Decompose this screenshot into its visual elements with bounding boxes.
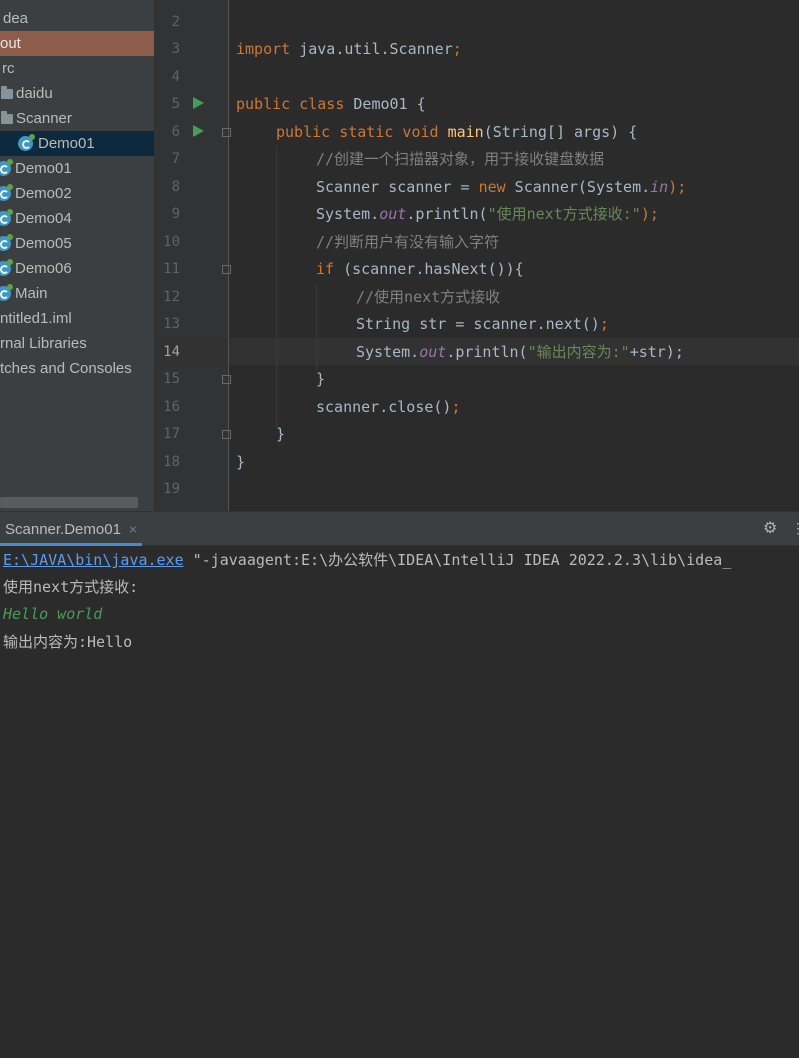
indent-guide xyxy=(276,146,277,426)
tree-item-label: tches and Consoles xyxy=(0,360,132,377)
tree-item-out[interactable]: out xyxy=(0,31,154,56)
tree-item-external-libraries[interactable]: rnal Libraries xyxy=(0,331,154,356)
code-line-9: System.out.println("使用next方式接收:"); xyxy=(316,205,659,223)
line-number: 17 xyxy=(163,426,180,442)
line-number: 7 xyxy=(171,151,180,167)
java-class-icon xyxy=(0,234,13,251)
code-line-14: System.out.println("输出内容为:"+str); xyxy=(356,343,684,361)
code-line-16: scanner.close(); xyxy=(316,398,461,416)
tree-item-label: rc xyxy=(2,60,15,77)
line-number: 13 xyxy=(163,316,180,332)
line-number: 2 xyxy=(171,14,180,30)
tree-item-scanner-demo01[interactable]: Demo01 xyxy=(0,131,154,156)
tree-item-label: Demo01 xyxy=(38,135,95,152)
tree-item-scanner[interactable]: Scanner xyxy=(0,106,154,131)
tree-item-demo02[interactable]: Demo02 xyxy=(0,181,154,206)
code-line-18: } xyxy=(236,453,246,471)
line-number: 12 xyxy=(163,289,180,305)
java-class-icon xyxy=(0,159,13,176)
line-number: 4 xyxy=(171,69,180,85)
indent-guide xyxy=(316,284,317,370)
tree-item-label: Main xyxy=(15,285,48,302)
more-icon[interactable]: ⋮ xyxy=(791,520,799,537)
tree-item-label: Demo05 xyxy=(15,235,72,252)
line-number: 3 xyxy=(171,41,180,57)
console-prompt: 使用next方式接收: xyxy=(3,578,139,596)
java-class-icon xyxy=(0,209,13,226)
tree-item-main[interactable]: Main xyxy=(0,281,154,306)
code-line-15: } xyxy=(316,370,326,388)
tree-item-label: rnal Libraries xyxy=(0,335,87,352)
run-tool-window-header: Scanner.Demo01 × ⚙ ⋮ xyxy=(0,511,799,1058)
code-line-8: Scanner scanner = new Scanner(System.in)… xyxy=(316,178,687,196)
java-exe-link[interactable]: E:\JAVA\bin\java.exe xyxy=(3,551,184,569)
tree-item-label: Demo02 xyxy=(15,185,72,202)
java-class-icon xyxy=(0,259,13,276)
fold-marker-icon[interactable] xyxy=(222,375,231,384)
line-number: 9 xyxy=(171,206,180,222)
code-line-17: } xyxy=(276,425,286,443)
code-line-13: String str = scanner.next(); xyxy=(356,315,609,333)
run-main-icon[interactable] xyxy=(193,125,204,137)
line-number: 6 xyxy=(171,124,180,140)
tree-item-src[interactable]: rc xyxy=(0,56,154,81)
code-line-3: import java.util.Scanner; xyxy=(236,40,462,58)
tree-item-label: out xyxy=(0,35,21,52)
fold-marker-icon[interactable] xyxy=(222,265,231,274)
tree-item-label: daidu xyxy=(16,85,53,102)
line-number: 10 xyxy=(163,234,180,250)
tree-item-label: Demo01 xyxy=(15,160,72,177)
java-class-icon xyxy=(0,284,13,301)
folder-icon xyxy=(1,111,13,124)
line-number: 19 xyxy=(163,481,180,497)
tree-item-demo04[interactable]: Demo04 xyxy=(0,206,154,231)
code-line-12: //使用next方式接收 xyxy=(356,288,501,306)
line-number: 8 xyxy=(171,179,180,195)
tree-item-label: Demo06 xyxy=(15,260,72,277)
console-user-input: Hello world xyxy=(3,605,103,623)
fold-marker-icon[interactable] xyxy=(222,128,231,137)
line-number: 5 xyxy=(171,96,180,112)
tree-item-daidu[interactable]: daidu xyxy=(0,81,154,106)
code-line-6: public static void main(String[] args) { xyxy=(276,123,638,141)
tree-item-idea[interactable]: dea xyxy=(0,6,154,31)
project-tree: dea out rc daidu Scanner Demo01 Demo01 D… xyxy=(0,0,154,511)
run-console[interactable]: E:\JAVA\bin\java.exe "-javaagent:E:\办公软件… xyxy=(0,546,799,691)
tree-item-scratches[interactable]: tches and Consoles xyxy=(0,356,154,381)
tree-item-iml[interactable]: ntitled1.iml xyxy=(0,306,154,331)
gear-icon[interactable]: ⚙ xyxy=(763,521,779,537)
tree-item-label: Scanner xyxy=(16,110,72,127)
console-command-line: E:\JAVA\bin\java.exe "-javaagent:E:\办公软件… xyxy=(3,551,732,569)
run-class-icon[interactable] xyxy=(193,97,204,109)
header-divider xyxy=(476,1023,477,1058)
tree-item-label: ntitled1.iml xyxy=(0,310,72,327)
tree-item-demo06[interactable]: Demo06 xyxy=(0,256,154,281)
code-line-11: if (scanner.hasNext()){ xyxy=(316,260,524,278)
tree-item-label: dea xyxy=(3,10,29,27)
line-number-current: 14 xyxy=(163,344,180,360)
close-icon[interactable]: × xyxy=(129,521,137,537)
java-class-icon xyxy=(0,184,13,201)
console-output: 输出内容为:Hello xyxy=(3,633,133,651)
fold-marker-icon[interactable] xyxy=(222,430,231,439)
run-tab[interactable]: Scanner.Demo01 × xyxy=(0,512,143,546)
tree-item-label: Demo04 xyxy=(15,210,72,227)
folder-icon xyxy=(1,86,13,99)
line-number: 18 xyxy=(163,454,180,470)
line-number: 15 xyxy=(163,371,180,387)
code-line-5: public class Demo01 { xyxy=(236,95,426,113)
code-line-7: //创建一个扫描器对象，用于接收键盘数据 xyxy=(316,150,605,168)
tree-item-demo01[interactable]: Demo01 xyxy=(0,156,154,181)
line-number: 11 xyxy=(163,261,180,277)
code-line-10: //判断用户有没有输入字符 xyxy=(316,233,500,251)
tree-item-demo05[interactable]: Demo05 xyxy=(0,231,154,256)
java-class-icon xyxy=(18,134,35,151)
line-number: 16 xyxy=(163,399,180,415)
tree-horizontal-scrollbar[interactable] xyxy=(0,497,138,508)
run-tab-label: Scanner.Demo01 xyxy=(5,521,121,538)
